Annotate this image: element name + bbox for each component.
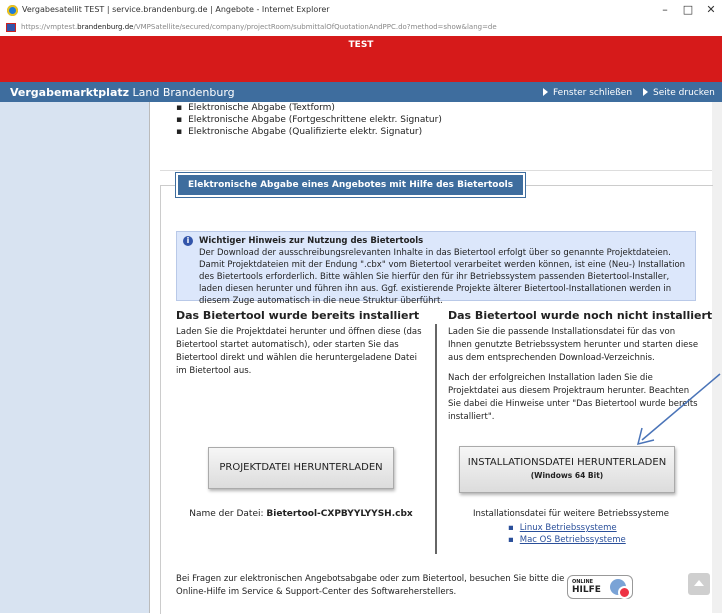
address-bar[interactable]: https://vmptest.brandenburg.de/VMPSatell…: [0, 20, 722, 36]
close-window-button[interactable]: ✕: [700, 2, 722, 18]
list-item: Elektronische Abgabe (Fortgeschrittene e…: [176, 114, 442, 126]
installer-platform: (Windows 64 Bit): [530, 471, 604, 480]
internet-explorer-icon: [7, 5, 18, 16]
submission-type-list: Elektronische Abgabe (Textform) Elektron…: [176, 102, 442, 138]
help-text: Bei Fragen zur elektronischen Angebotsab…: [176, 574, 565, 597]
test-banner: TEST: [0, 36, 722, 82]
window-title: Vergabesatellit TEST | service.brandenbu…: [22, 5, 330, 14]
scrollbar[interactable]: [712, 102, 722, 613]
left-sidebar: [0, 102, 149, 613]
column-divider: [435, 324, 437, 554]
download-installer-button[interactable]: INSTALLATIONSDATEI HERUNTERLADEN (Window…: [459, 446, 675, 493]
list-item: Elektronische Abgabe (Qualifizierte elek…: [176, 126, 442, 138]
download-project-file-button[interactable]: PROJEKTDATEI HERUNTERLADEN: [208, 447, 394, 489]
site-favicon-icon: [6, 23, 16, 32]
info-notice: i Wichtiger Hinweis zur Nutzung des Biet…: [176, 231, 696, 306]
arrow-right-icon: [543, 88, 548, 96]
top-navigation: Vergabemarktplatz Land Brandenburg Fenst…: [0, 82, 722, 102]
other-os-label: Installationsdatei für weitere Betriebss…: [473, 509, 669, 519]
installed-text: Laden Sie die Projektdatei herunter und …: [176, 327, 422, 376]
window-titlebar: Vergabesatellit TEST | service.brandenbu…: [0, 0, 722, 20]
online-help-label: HILFE: [572, 585, 601, 595]
arrow-right-icon: [643, 88, 648, 96]
installed-heading: Das Bietertool wurde bereits installiert: [176, 309, 420, 322]
minimize-button[interactable]: –: [654, 2, 676, 18]
scroll-to-top-button[interactable]: [688, 573, 710, 595]
maximize-button[interactable]: □: [677, 2, 699, 18]
site-brand[interactable]: Vergabemarktplatz Land Brandenburg: [10, 86, 235, 99]
download-installer-label: INSTALLATIONSDATEI HERUNTERLADEN: [467, 457, 667, 468]
list-item: Elektronische Abgabe (Textform): [176, 102, 442, 114]
linux-download-link[interactable]: Linux Betriebssysteme: [520, 523, 617, 533]
lifebuoy-icon: [618, 586, 631, 599]
project-filename: Name der Datei: Bietertool-CXPBYYLYYSH.c…: [189, 509, 413, 519]
divider: [160, 170, 712, 171]
other-os-links: Linux Betriebssysteme Mac OS Betriebssys…: [508, 522, 626, 546]
test-label: TEST: [348, 40, 374, 50]
address-url[interactable]: https://vmptest.brandenburg.de/VMPSatell…: [21, 23, 497, 31]
print-page-link[interactable]: Seite drucken: [643, 88, 715, 98]
close-window-link[interactable]: Fenster schließen: [543, 88, 632, 98]
online-help-button[interactable]: ONLINE HILFE: [567, 575, 633, 599]
not-installed-heading: Das Bietertool wurde noch nicht installi…: [448, 309, 713, 322]
info-text: Der Download der ausschreibungsrelevante…: [199, 248, 686, 306]
annotation-arrow: [636, 373, 721, 446]
section-heading: Elektronische Abgabe eines Angebotes mit…: [174, 172, 527, 198]
info-icon: i: [183, 236, 193, 246]
download-project-file-label: PROJEKTDATEI HERUNTERLADEN: [219, 462, 383, 473]
not-installed-text-1: Laden Sie die passende Installationsdate…: [448, 327, 699, 363]
macos-download-link[interactable]: Mac OS Betriebssysteme: [520, 535, 626, 545]
info-title: Wichtiger Hinweis zur Nutzung des Bieter…: [199, 236, 424, 246]
